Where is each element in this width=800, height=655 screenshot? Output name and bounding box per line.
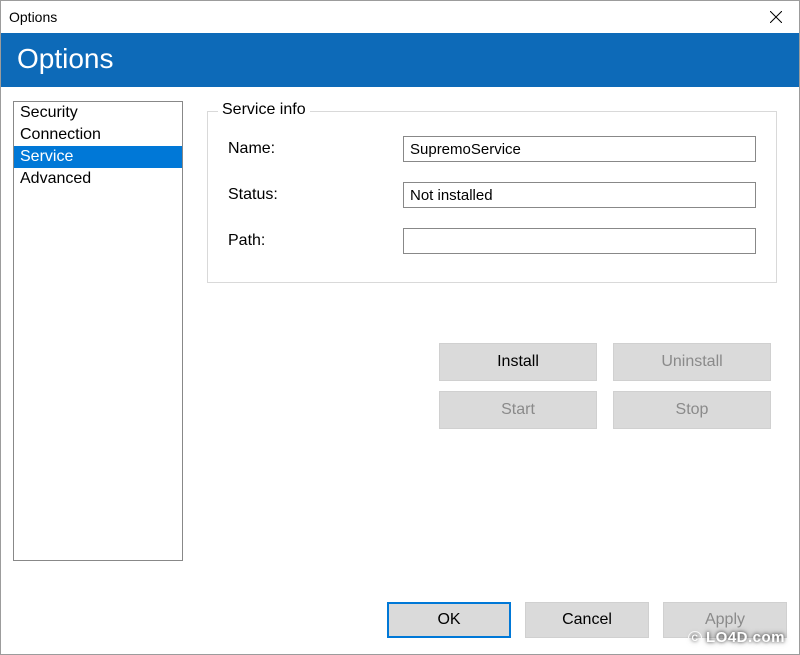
sidebar-item-label: Service [20,148,73,166]
titlebar: Options [1,1,799,33]
main-panel: Service info Name: Status: Path: Install… [207,101,787,592]
close-button[interactable] [753,1,799,33]
sidebar-item-security[interactable]: Security [14,102,182,124]
sidebar: Security Connection Service Advanced [13,101,183,561]
group-legend: Service info [218,101,310,119]
start-button: Start [439,391,597,429]
ok-button[interactable]: OK [387,602,511,638]
sidebar-item-service[interactable]: Service [14,146,182,168]
sidebar-item-connection[interactable]: Connection [14,124,182,146]
header-banner: Options [1,33,799,87]
input-path[interactable] [403,228,756,254]
options-window: Options Options Security Connection Serv… [0,0,800,655]
uninstall-button: Uninstall [613,343,771,381]
banner-title: Options [17,43,114,75]
row-name: Name: [228,136,756,162]
label-path: Path: [228,232,403,250]
cancel-button[interactable]: Cancel [525,602,649,638]
install-button[interactable]: Install [439,343,597,381]
sidebar-item-label: Advanced [20,170,91,188]
input-status[interactable] [403,182,756,208]
sidebar-item-label: Security [20,104,78,122]
label-name: Name: [228,140,403,158]
dialog-buttons: OK Cancel Apply [387,602,787,638]
close-icon [770,11,782,23]
row-path: Path: [228,228,756,254]
row-status: Status: [228,182,756,208]
input-name[interactable] [403,136,756,162]
label-status: Status: [228,186,403,204]
stop-button: Stop [613,391,771,429]
sidebar-item-label: Connection [20,126,101,144]
window-title: Options [9,9,57,25]
service-info-group: Service info Name: Status: Path: [207,111,777,283]
apply-button: Apply [663,602,787,638]
service-action-buttons: Install Uninstall Start Stop [207,343,777,429]
content-area: Security Connection Service Advanced Ser… [1,87,799,592]
sidebar-item-advanced[interactable]: Advanced [14,168,182,190]
